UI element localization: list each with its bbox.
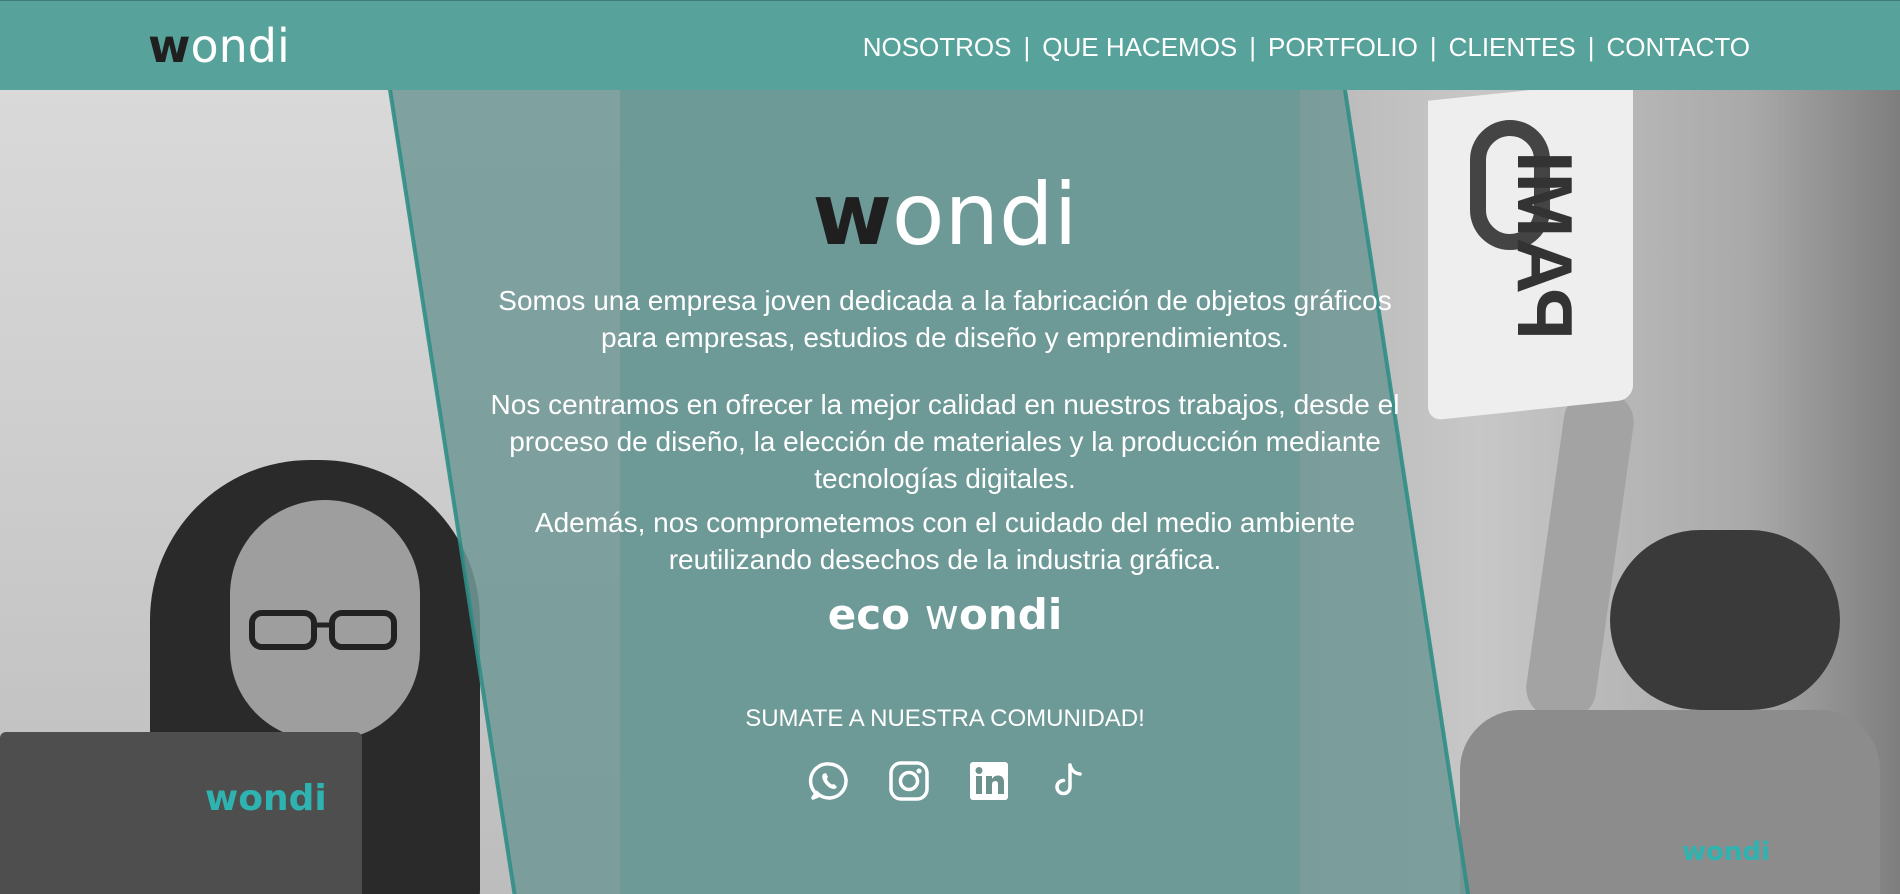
hero-section: wondi PAMI wondi wondi Somos una empresa…: [0, 90, 1900, 894]
photo-man-body: [1460, 710, 1880, 894]
hero-logo: wondi: [465, 170, 1425, 260]
intro-paragraph: Somos una empresa joven dedicada a la fa…: [498, 285, 1392, 353]
linkedin-icon[interactable]: [968, 760, 1010, 802]
environment-paragraph: Además, nos comprometemos con el cuidado…: [534, 507, 1356, 575]
site-header: wondi NOSOTROS | QUE HACEMOS | PORTFOLIO…: [0, 0, 1900, 90]
photo-man-hair: [1610, 530, 1840, 710]
eco-logo-rest: ondi: [959, 590, 1063, 639]
nav-separator: |: [1249, 32, 1257, 62]
nav-separator: |: [1587, 32, 1595, 62]
photo-sign-text: PAMI: [1501, 150, 1590, 341]
nav-separator: |: [1023, 32, 1031, 62]
photo-laptop-logo: wondi: [205, 778, 327, 819]
eco-prefix: eco: [827, 590, 911, 639]
photo-shirt-logo: wondi: [1682, 837, 1770, 867]
logo-w: w: [148, 19, 191, 73]
photo-glasses: [249, 610, 397, 650]
nav-que-hacemos[interactable]: QUE HACEMOS: [1042, 31, 1237, 63]
eco-logo-w: w: [924, 590, 959, 639]
nav-clientes[interactable]: CLIENTES: [1449, 31, 1576, 63]
nav-contacto[interactable]: CONTACTO: [1607, 31, 1750, 63]
community-cta: SUMATE A NUESTRA COMUNIDAD!: [745, 705, 1145, 732]
whatsapp-icon[interactable]: [808, 760, 850, 802]
hero-logo-rest: ondi: [891, 165, 1078, 265]
instagram-icon[interactable]: [888, 760, 930, 802]
nav-nosotros[interactable]: NOSOTROS: [863, 31, 1012, 63]
eco-wondi-logo: eco wondi: [465, 590, 1425, 640]
header-logo[interactable]: wondi: [148, 21, 290, 71]
tiktok-icon[interactable]: [1048, 760, 1090, 802]
nav-portfolio[interactable]: PORTFOLIO: [1268, 31, 1418, 63]
logo-rest: ondi: [190, 19, 290, 73]
nav-separator: |: [1429, 32, 1437, 62]
social-links: [808, 760, 1090, 802]
main-nav: NOSOTROS | QUE HACEMOS | PORTFOLIO | CLI…: [863, 31, 1750, 63]
quality-paragraph: Nos centramos en ofrecer la mejor calida…: [490, 389, 1400, 494]
hero-logo-w: w: [812, 165, 892, 265]
